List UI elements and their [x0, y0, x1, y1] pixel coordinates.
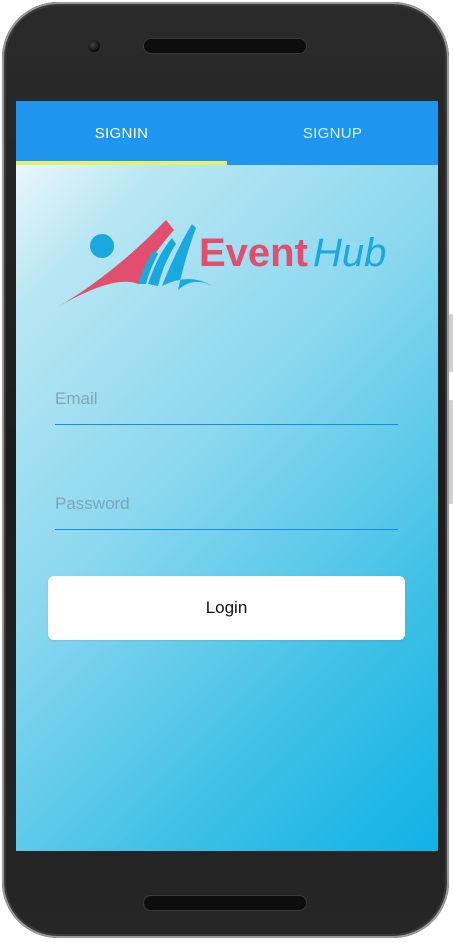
- tab-signin[interactable]: SIGNIN: [16, 101, 227, 165]
- tab-signin-label: SIGNIN: [94, 124, 149, 142]
- front-camera: [88, 40, 100, 52]
- volume-button: [449, 314, 453, 372]
- email-field[interactable]: [55, 374, 398, 425]
- eventhub-logo: Event Hub: [56, 220, 386, 308]
- tab-bar: SIGNIN SIGNUP: [16, 101, 438, 165]
- password-field[interactable]: [55, 479, 398, 530]
- app-screen: SIGNIN SIGNUP Event Hub Login: [16, 101, 438, 851]
- bottom-speaker: [144, 896, 306, 910]
- power-button: [449, 400, 453, 504]
- logo-head-icon: [90, 234, 114, 258]
- tab-signup-label: SIGNUP: [302, 124, 363, 142]
- login-button[interactable]: Login: [48, 576, 405, 640]
- active-tab-indicator: [16, 161, 227, 165]
- tab-signup[interactable]: SIGNUP: [227, 101, 438, 165]
- logo-text-hub: Hub: [313, 231, 386, 275]
- earpiece-speaker: [144, 39, 306, 53]
- logo-text-event: Event: [199, 231, 308, 275]
